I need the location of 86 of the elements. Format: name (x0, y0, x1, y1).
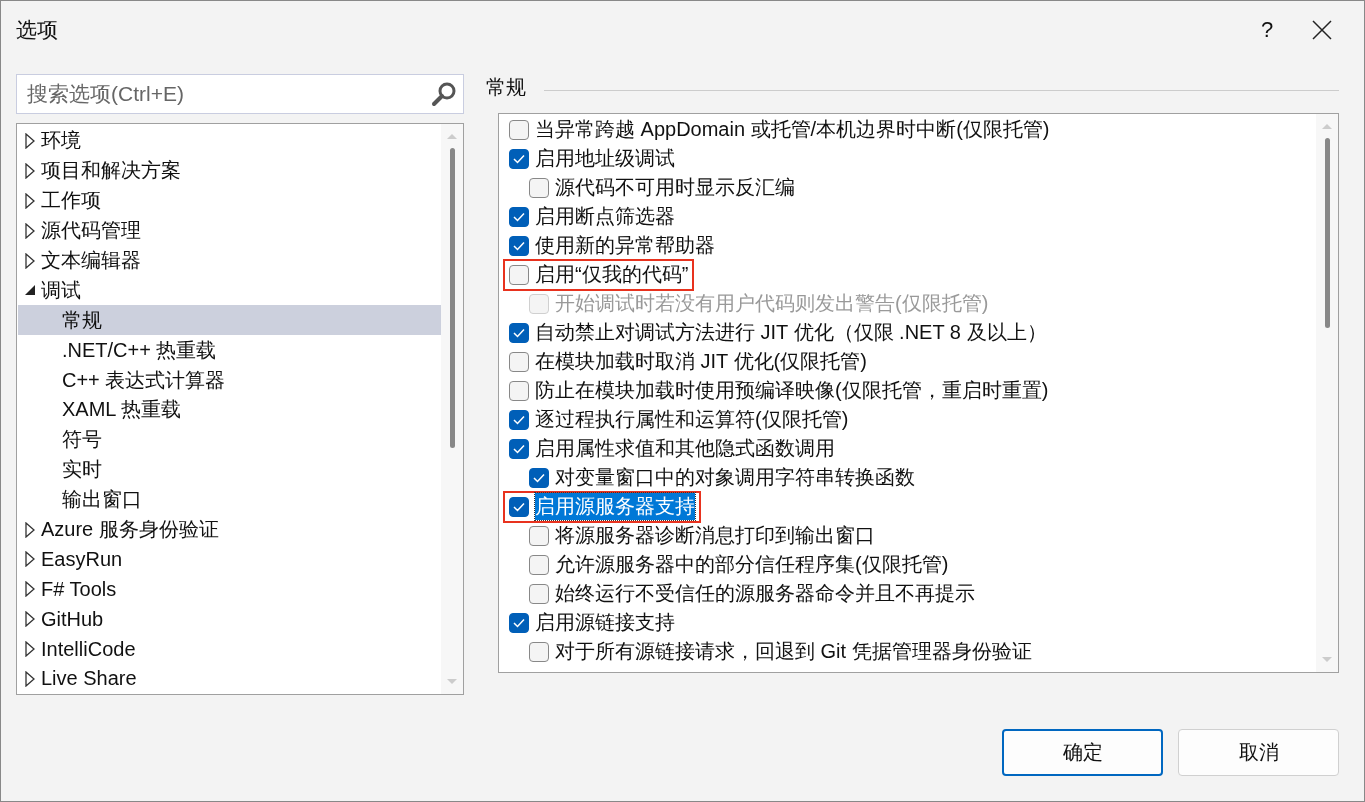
checkbox[interactable] (509, 438, 529, 459)
checkbox[interactable] (509, 148, 529, 169)
option-label: 始终运行不受信任的源服务器命令并且不再提示 (555, 581, 975, 606)
tree-item[interactable]: 环境 (18, 126, 441, 156)
check-icon (513, 211, 525, 222)
tree-item[interactable]: 工作项 (18, 185, 441, 216)
checkbox[interactable] (509, 264, 529, 285)
check-icon (513, 414, 525, 425)
tree-item[interactable]: IntelliCode (18, 634, 441, 665)
tree-item[interactable]: 文本编辑器 (18, 245, 441, 276)
close-icon (1312, 20, 1332, 40)
option-label: 对变量窗口中的对象调用字符串转换函数 (555, 465, 915, 490)
option-label: 在模块加载时取消 JIT 优化(仅限托管) (535, 349, 867, 374)
checkbox[interactable] (509, 612, 529, 633)
checkbox[interactable] (509, 206, 529, 227)
checkbox[interactable] (509, 322, 529, 343)
checkbox[interactable] (509, 380, 529, 401)
option-label: 对于所有源链接请求，回退到 Git 凭据管理器身份验证 (555, 639, 1032, 664)
option-label: 启用地址级调试 (535, 146, 675, 171)
tree-item[interactable]: EasyRun (18, 544, 441, 575)
tree-item[interactable]: 符号 (18, 424, 441, 455)
expand-icon[interactable] (24, 641, 36, 658)
tree-item[interactable]: GitHub (18, 604, 441, 635)
checkbox[interactable] (529, 177, 549, 198)
expand-icon[interactable] (24, 521, 36, 538)
search-icon[interactable] (431, 81, 457, 107)
tree-item[interactable]: 常规 (18, 305, 441, 336)
help-button[interactable]: ? (1242, 10, 1292, 50)
option-label: 防止在模块加载时使用预编译映像(仅限托管，重启时重置) (535, 378, 1049, 403)
expand-icon[interactable] (24, 611, 36, 628)
checkbox[interactable] (509, 409, 529, 430)
search-input[interactable]: 搜索选项(Ctrl+E) (25, 81, 431, 107)
checkbox[interactable] (529, 467, 549, 488)
tree-item[interactable]: 项目和解决方案 (18, 155, 441, 186)
checkbox[interactable] (509, 235, 529, 256)
option-label: 将源服务器诊断消息打印到输出窗口 (555, 523, 875, 548)
check-icon (513, 327, 525, 338)
option-label: 启用源链接支持 (535, 610, 675, 635)
check-icon (513, 617, 525, 628)
ok-button[interactable]: 确定 (1002, 728, 1163, 776)
tree-item[interactable]: XAML 热重载 (18, 395, 441, 425)
tree-item[interactable]: 输出窗口 (18, 484, 441, 515)
tree-item[interactable]: F# Tools (18, 574, 441, 605)
expand-icon[interactable] (24, 581, 36, 598)
checkbox[interactable] (509, 496, 529, 517)
option-label: 使用新的异常帮助器 (535, 233, 715, 258)
checkbox[interactable] (529, 554, 549, 575)
tree-item[interactable]: C++ 表达式计算器 (18, 365, 441, 395)
window-title: 选项 (16, 17, 59, 43)
check-icon (513, 240, 525, 251)
option-label: 自动禁止对调试方法进行 JIT 优化（仅限 .NET 8 及以上） (535, 320, 1047, 345)
tree-item[interactable]: 源代码管理 (18, 215, 441, 246)
checkbox[interactable] (529, 641, 549, 662)
section-title: 常规 (486, 75, 526, 100)
cancel-button[interactable]: 取消 (1178, 728, 1339, 776)
check-icon (513, 443, 525, 454)
tree-item[interactable]: 实时 (18, 454, 441, 485)
expand-icon[interactable] (24, 162, 36, 179)
expand-icon[interactable] (24, 551, 36, 568)
option-label: 启用属性求值和其他隐式函数调用 (535, 436, 835, 461)
tree-item[interactable]: Live Share (18, 664, 441, 694)
checkbox[interactable] (529, 583, 549, 604)
tree-item[interactable]: 调试 (18, 275, 441, 306)
option-label: 逐过程执行属性和运算符(仅限托管) (535, 407, 849, 432)
expand-icon[interactable] (24, 132, 36, 149)
checkbox[interactable] (509, 351, 529, 372)
option-label: 启用源服务器支持 (535, 493, 695, 520)
option-label: 当异常跨越 AppDomain 或托管/本机边界时中断(仅限托管) (535, 117, 1050, 142)
option-label: 允许源服务器中的部分信任程序集(仅限托管) (555, 552, 949, 577)
option-label: 启用“仅我的代码” (535, 262, 689, 287)
option-label: 开始调试时若没有用户代码则发出警告(仅限托管) (555, 291, 989, 316)
option-label: 启用断点筛选器 (535, 204, 675, 229)
checkbox[interactable] (529, 525, 549, 546)
expand-icon[interactable] (24, 222, 36, 239)
search-field[interactable]: 搜索选项(Ctrl+E) (16, 74, 464, 114)
check-icon (513, 153, 525, 164)
expand-icon[interactable] (24, 670, 36, 687)
option-label: 源代码不可用时显示反汇编 (555, 175, 795, 200)
tree-item[interactable]: Azure 服务身份验证 (18, 514, 441, 545)
expand-icon[interactable] (24, 192, 36, 209)
check-icon (533, 472, 545, 483)
expand-icon[interactable] (24, 252, 36, 269)
check-icon (513, 501, 525, 512)
checkbox[interactable] (509, 119, 529, 140)
collapse-icon[interactable] (24, 284, 36, 297)
tree-item[interactable]: .NET/C++ 热重载 (18, 335, 441, 366)
